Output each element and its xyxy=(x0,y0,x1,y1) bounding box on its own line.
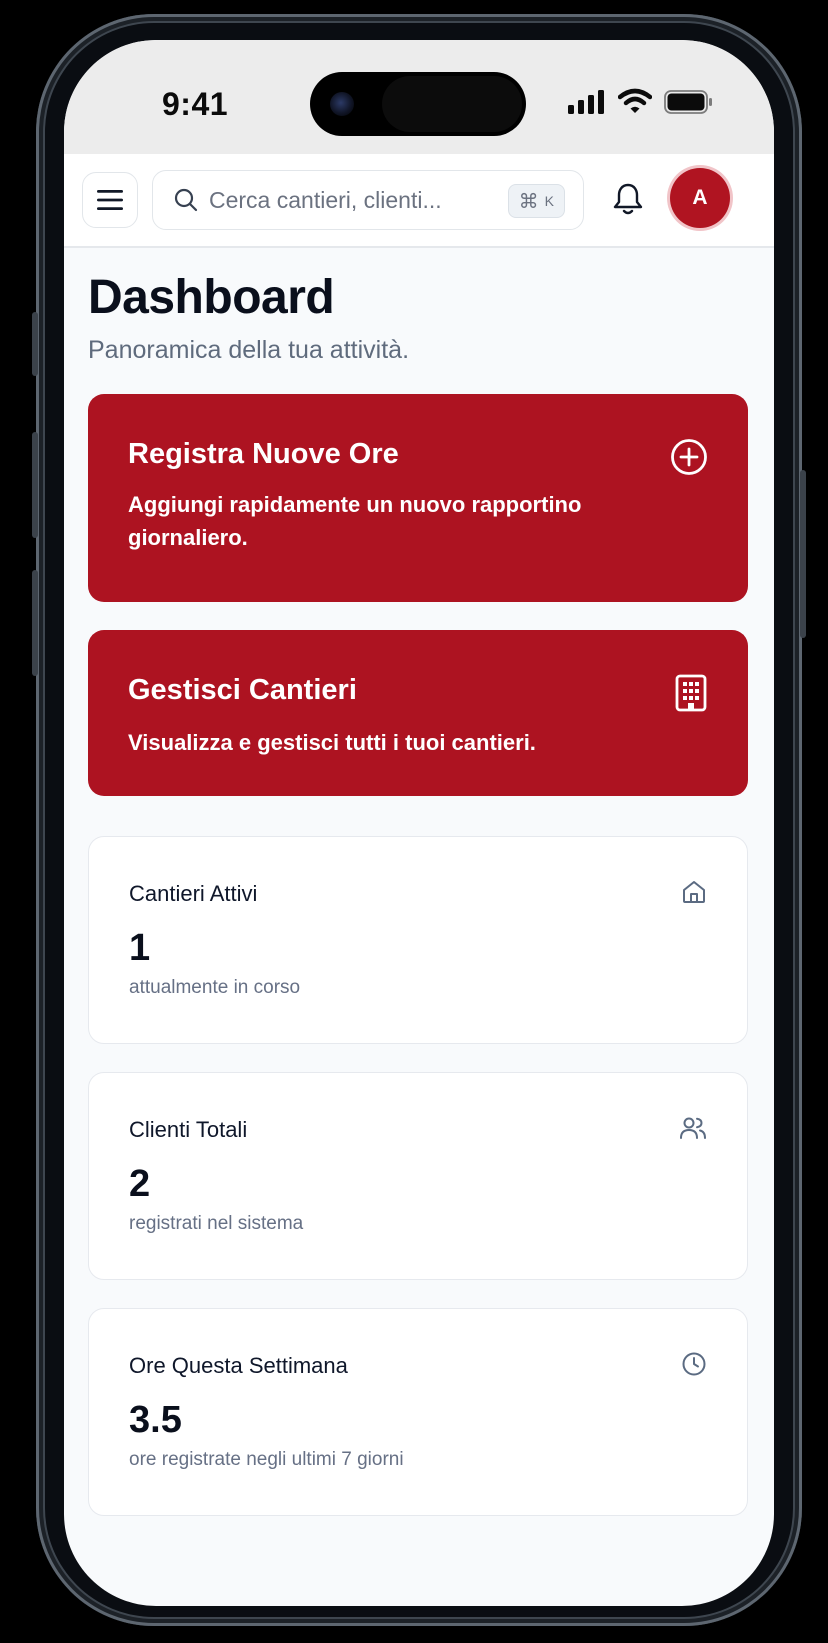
app-screen: 9:41 Cerca cantieri, clienti... ⌘ K A Da… xyxy=(64,40,774,1606)
wifi-icon xyxy=(618,88,652,113)
action-card-description: Visualizza e gestisci tutti i tuoi canti… xyxy=(128,730,536,755)
stat-description: attualmente in corso xyxy=(129,977,301,998)
bell-icon[interactable] xyxy=(612,182,644,216)
island-pill xyxy=(382,76,522,132)
command-key-icon: ⌘ xyxy=(518,190,539,213)
stat-value: 1 xyxy=(129,927,151,969)
search-bar[interactable]: ⌘ K xyxy=(152,170,584,230)
search-input[interactable] xyxy=(209,181,499,219)
action-card-title: Gestisci Cantieri xyxy=(128,674,357,706)
side-button-power xyxy=(800,470,806,638)
camera-icon xyxy=(330,92,354,116)
page-subtitle: Panoramica della tua attività. xyxy=(88,336,410,364)
action-card-title: Registra Nuove Ore xyxy=(128,438,399,470)
keyboard-shortcut-badge: ⌘ K xyxy=(507,184,565,218)
status-bar: 9:41 xyxy=(64,40,774,154)
stat-description: ore registrate negli ultimi 7 giorni xyxy=(129,1449,404,1470)
stat-value: 2 xyxy=(129,1163,151,1205)
action-card-description: Aggiungi rapidamente un nuovo rapportino… xyxy=(128,492,582,550)
stat-label: Ore Questa Settimana xyxy=(129,1353,348,1378)
home-icon xyxy=(683,881,705,903)
stat-label: Clienti Totali xyxy=(129,1117,248,1142)
clock-icon xyxy=(682,1352,706,1376)
register-hours-card[interactable]: Registra Nuove Ore Aggiungi rapidamente … xyxy=(88,394,748,602)
hamburger-menu-icon xyxy=(97,190,123,210)
stat-card-weekly-hours: Ore Questa Settimana 3.5 ore registrate … xyxy=(88,1308,748,1516)
side-button-volume-up xyxy=(32,432,38,538)
stat-label: Cantieri Attivi xyxy=(129,881,258,906)
users-icon xyxy=(680,1117,706,1139)
building-icon xyxy=(675,674,707,712)
page-title: Dashboard xyxy=(88,271,335,324)
stat-value: 3.5 xyxy=(129,1399,182,1441)
status-time: 9:41 xyxy=(162,86,229,122)
main-content: Dashboard Panoramica della tua attività.… xyxy=(64,248,774,1606)
shortcut-key-label: K xyxy=(544,193,554,209)
cellular-signal-icon xyxy=(568,90,604,114)
plus-circle-icon xyxy=(671,439,707,475)
side-button-volume-down xyxy=(32,570,38,676)
search-icon xyxy=(174,188,198,212)
menu-button[interactable] xyxy=(82,172,138,228)
dynamic-island xyxy=(310,72,526,136)
stat-card-active-sites: Cantieri Attivi 1 attualmente in corso xyxy=(88,836,748,1044)
stat-description: registrati nel sistema xyxy=(129,1213,304,1234)
side-button-silent xyxy=(32,312,38,376)
stat-card-total-clients: Clienti Totali 2 registrati nel sistema xyxy=(88,1072,748,1280)
avatar-initial: A xyxy=(692,186,708,209)
user-avatar[interactable]: A xyxy=(670,168,730,228)
battery-icon xyxy=(664,90,712,114)
app-header: ⌘ K A xyxy=(64,154,774,248)
manage-sites-card[interactable]: Gestisci Cantieri Visualizza e gestisci … xyxy=(88,630,748,796)
